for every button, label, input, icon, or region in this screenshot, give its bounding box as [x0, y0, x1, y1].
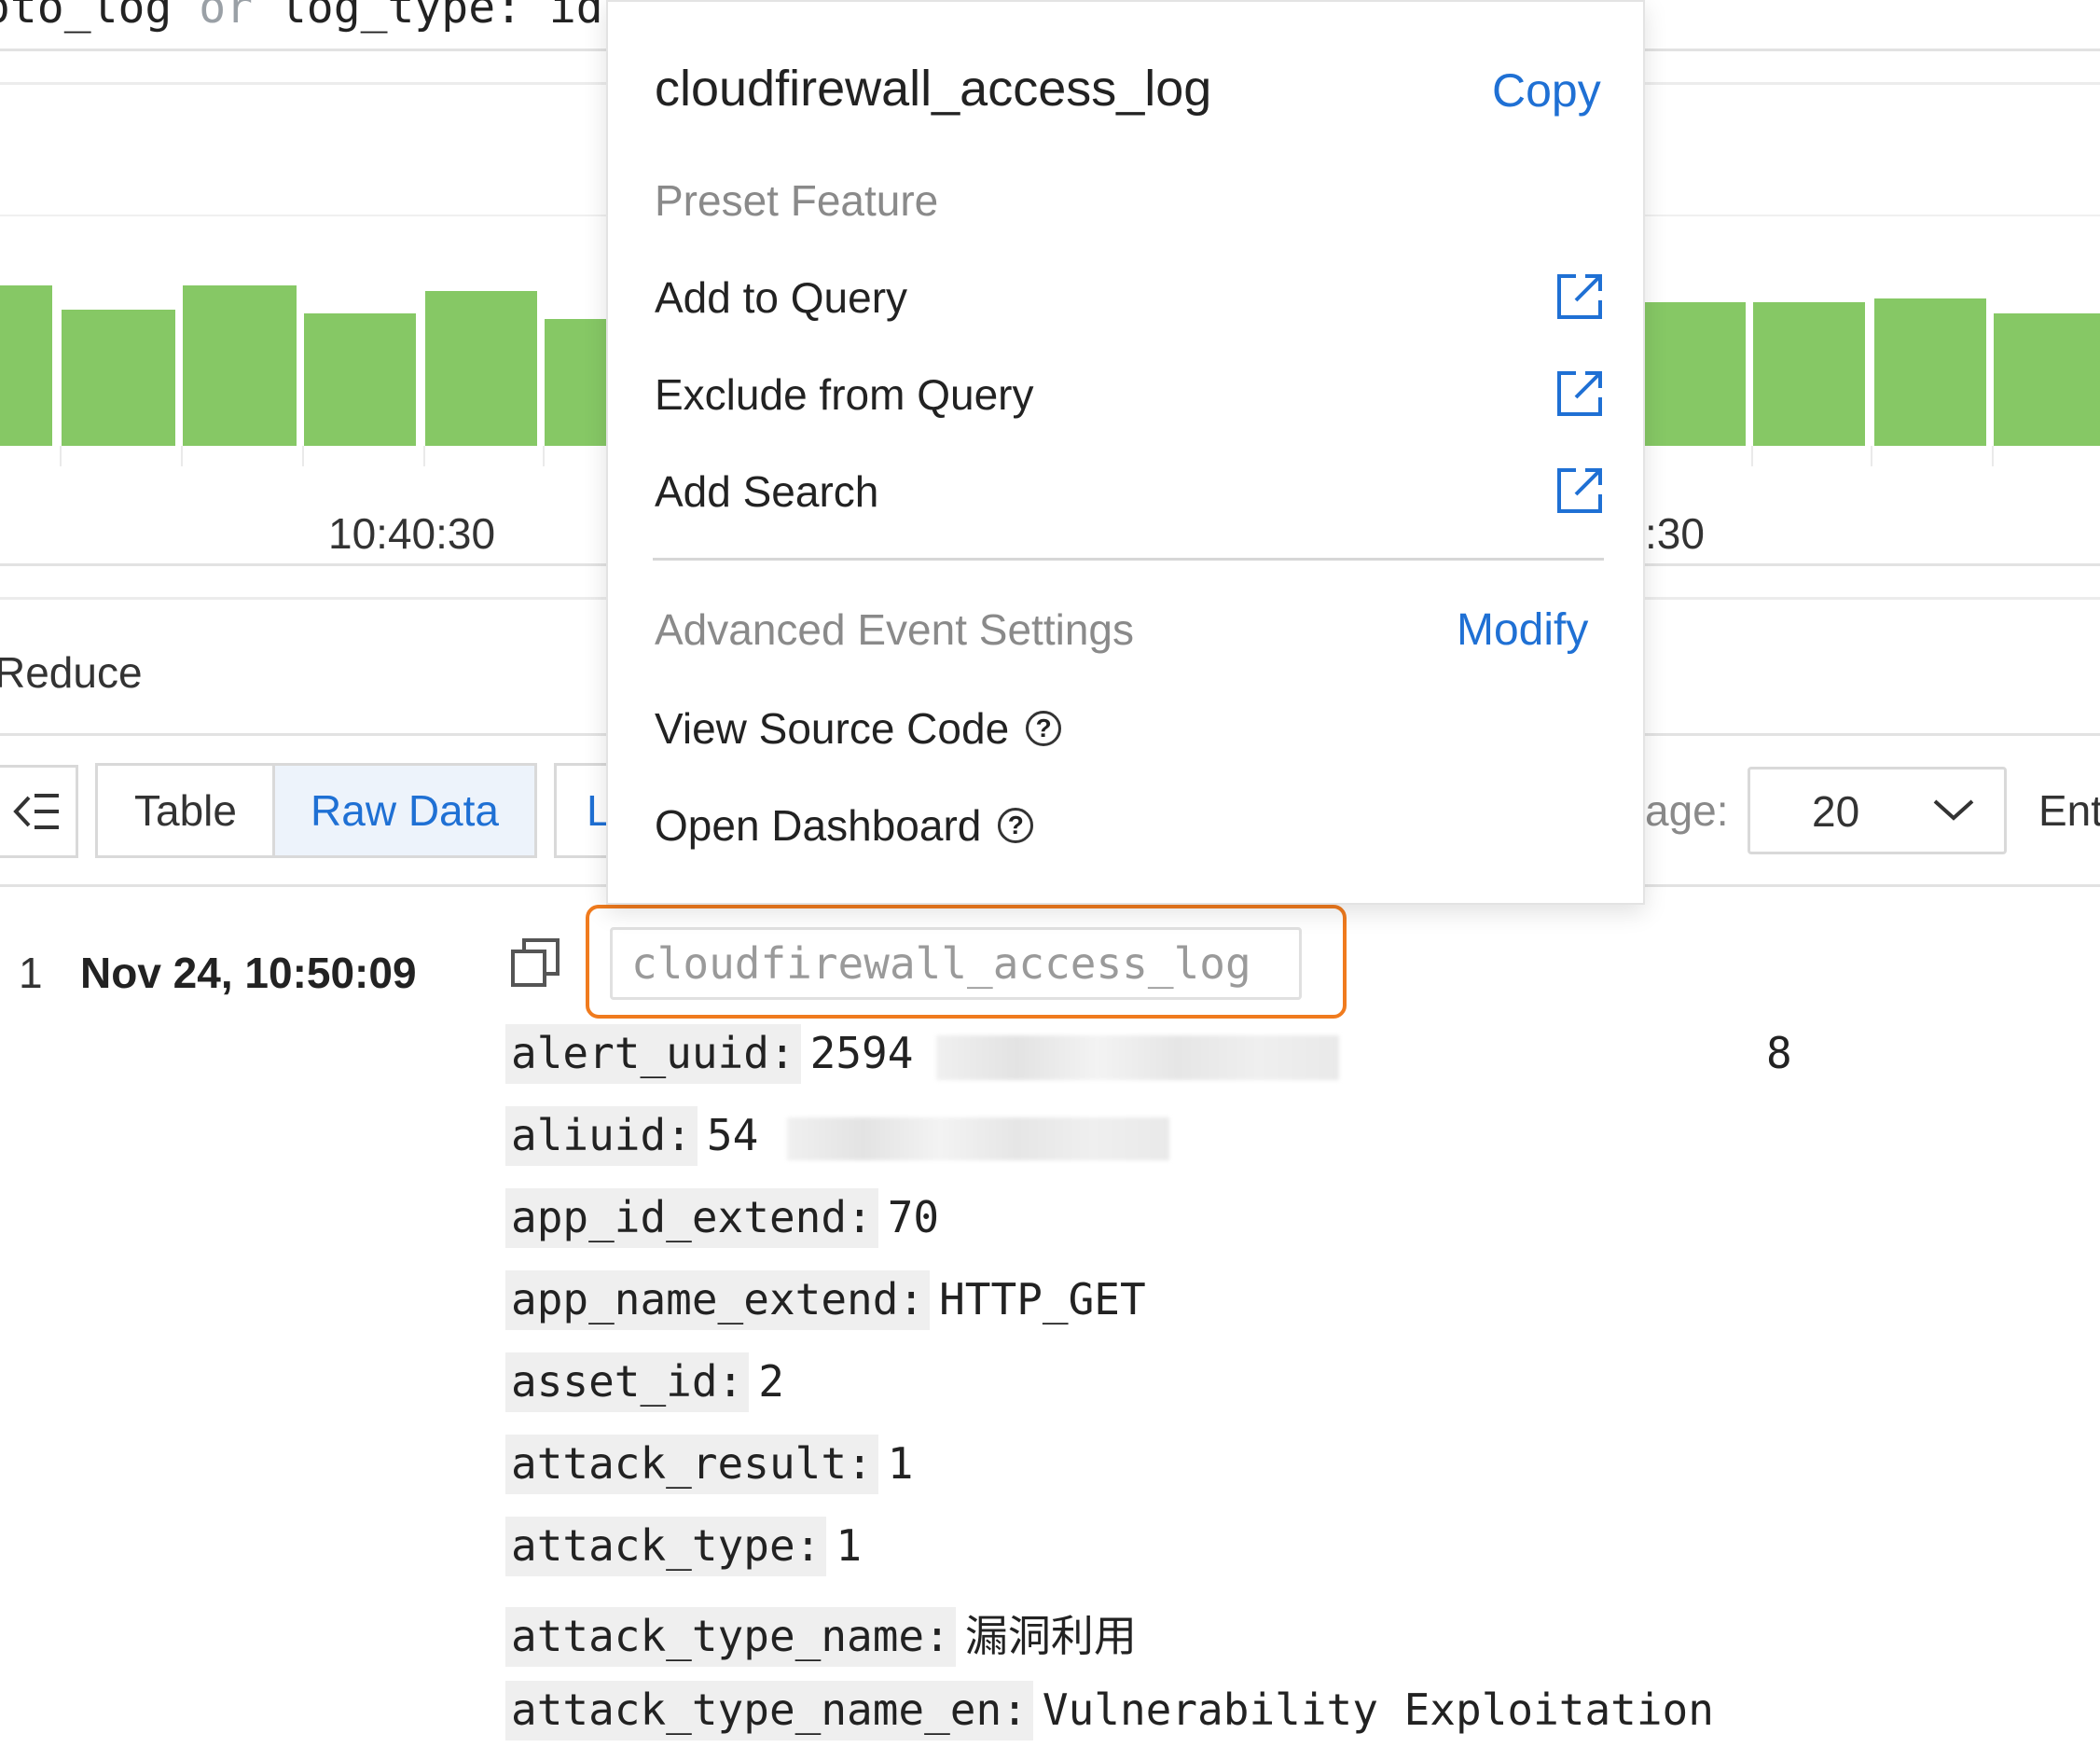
log-timestamp: Nov 24, 10:50:09	[80, 949, 417, 997]
log-index: 1	[19, 949, 43, 997]
histogram-bar[interactable]	[545, 319, 610, 446]
log-field[interactable]: app_name_extend: HTTP_GET	[505, 1270, 1146, 1330]
field-key[interactable]: attack_type_name:	[505, 1607, 956, 1667]
field-key[interactable]: alert_uuid:	[505, 1024, 801, 1084]
open-dashboard-label: Open Dashboard	[655, 801, 982, 850]
axis-tick	[1871, 446, 1872, 466]
copy-link[interactable]: Copy	[1492, 63, 1601, 118]
raw-data-view-button[interactable]: Raw Data	[272, 763, 537, 858]
field-value[interactable]: 2594	[801, 1028, 914, 1078]
view-source-code-label: View Source Code	[655, 704, 1010, 753]
chevron-down-icon	[1933, 799, 1974, 821]
open-dashboard-item[interactable]: Open Dashboard ?	[655, 800, 1034, 851]
axis-tick	[181, 446, 183, 466]
field-key[interactable]: app_name_extend:	[505, 1270, 931, 1330]
preset-feature-heading: Preset Feature	[655, 176, 939, 225]
axis-tick	[302, 446, 304, 466]
entries-label: Ent	[2038, 786, 2100, 835]
field-value[interactable]: HTTP_GET	[930, 1274, 1146, 1324]
external-link-icon[interactable]	[1555, 466, 1604, 515]
indent-left-icon	[13, 794, 59, 829]
field-value[interactable]: 54	[698, 1110, 758, 1160]
histogram-bar[interactable]	[425, 291, 537, 446]
exclude-from-query-item[interactable]: Exclude from Query	[655, 369, 1033, 420]
axis-tick	[423, 446, 425, 466]
help-icon[interactable]: ?	[998, 808, 1034, 843]
advanced-settings-heading: Advanced Event Settings	[655, 605, 1134, 654]
reduce-tab[interactable]: Reduce	[0, 647, 143, 698]
field-value-tail: 8	[1766, 1028, 1792, 1078]
add-to-query-item[interactable]: Add to Query	[655, 272, 907, 323]
field-key[interactable]: attack_type_name_en:	[505, 1681, 1033, 1740]
copy-icon[interactable]	[509, 936, 561, 989]
histogram-bar[interactable]	[1994, 313, 2100, 446]
redacted-region	[936, 1035, 1339, 1080]
field-key[interactable]: attack_result:	[505, 1435, 878, 1494]
query-text-right: log_type: id	[279, 0, 603, 34]
modify-link[interactable]: Modify	[1457, 604, 1588, 656]
table-view-button[interactable]: Table	[95, 763, 276, 858]
topic-tag[interactable]: cloudfirewall_access_log	[610, 927, 1302, 1000]
axis-tick	[1992, 446, 1994, 466]
time-axis-label: 10:40:30	[328, 509, 496, 558]
axis-tick	[60, 446, 62, 466]
field-key[interactable]: attack_type:	[505, 1517, 827, 1576]
log-field[interactable]: attack_type_name_en: Vulnerability Exploi…	[505, 1681, 1714, 1740]
log-field[interactable]: aliuid: 54	[505, 1106, 758, 1166]
histogram-bar[interactable]	[0, 285, 52, 446]
field-value[interactable]: 70	[878, 1192, 939, 1242]
query-operator: or	[199, 0, 253, 34]
axis-tick	[543, 446, 545, 466]
log-field[interactable]: alert_uuid: 2594	[505, 1024, 914, 1084]
external-link-icon[interactable]	[1555, 369, 1604, 418]
time-axis-label: :30	[1645, 509, 1705, 558]
log-field[interactable]: attack_result: 1	[505, 1435, 914, 1494]
query-text-left: oto_log	[0, 0, 173, 34]
histogram-bar[interactable]	[183, 285, 297, 446]
log-field[interactable]: app_id_extend: 70	[505, 1188, 939, 1248]
redacted-region	[787, 1117, 1169, 1160]
field-value[interactable]: 1	[826, 1520, 862, 1571]
menu-title: cloudfirewall_access_log	[655, 61, 1212, 117]
view-source-code-item[interactable]: View Source Code ?	[655, 703, 1062, 754]
histogram-bar[interactable]	[1645, 302, 1746, 446]
page-size-select[interactable]: 20	[1748, 767, 2007, 854]
histogram-bar[interactable]	[1753, 302, 1865, 446]
histogram-bar[interactable]	[1874, 298, 1986, 446]
field-key[interactable]: aliuid:	[505, 1106, 698, 1166]
field-key[interactable]: app_id_extend:	[505, 1188, 878, 1248]
field-value[interactable]: 1	[878, 1438, 914, 1489]
add-search-item[interactable]: Add Search	[655, 466, 878, 517]
histogram-bar[interactable]	[304, 313, 416, 446]
collapse-button[interactable]	[0, 765, 78, 858]
page-size-value: 20	[1812, 787, 1860, 836]
help-icon[interactable]: ?	[1026, 711, 1062, 746]
per-page-label: age:	[1645, 786, 1729, 835]
log-field[interactable]: attack_type_name: 漏洞利用	[505, 1602, 1137, 1667]
log-field[interactable]: attack_type: 1	[505, 1517, 862, 1576]
field-key[interactable]: asset_id:	[505, 1352, 750, 1412]
log-field[interactable]: asset_id: 2	[505, 1352, 784, 1412]
histogram-bar[interactable]	[62, 310, 175, 446]
external-link-icon[interactable]	[1555, 272, 1604, 321]
field-value[interactable]: Vulnerability Exploitation	[1033, 1685, 1714, 1735]
field-value[interactable]: 漏洞利用	[956, 1611, 1137, 1661]
menu-divider	[653, 558, 1604, 561]
axis-tick	[1751, 446, 1753, 466]
field-value[interactable]: 2	[749, 1356, 784, 1407]
field-context-menu: cloudfirewall_access_log Copy Preset Fea…	[606, 0, 1645, 905]
